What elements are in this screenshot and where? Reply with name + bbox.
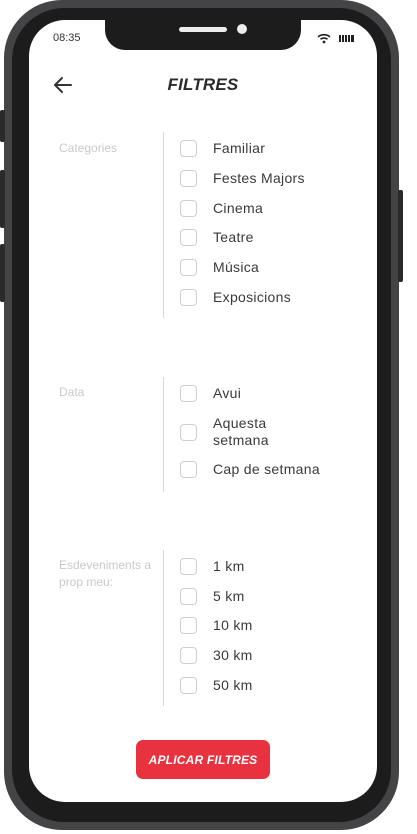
checkbox-option[interactable]: 30 km (180, 647, 343, 664)
option-label: Teatre (213, 229, 254, 245)
checkbox[interactable] (180, 385, 197, 402)
checkbox[interactable] (180, 558, 197, 575)
apply-filters-button[interactable]: APLICAR FILTRES (136, 740, 270, 779)
checkbox[interactable] (180, 229, 197, 246)
option-label: Cap de setmana (213, 461, 320, 477)
checkbox[interactable] (180, 461, 197, 478)
page-title: FILTRES (167, 75, 239, 94)
checkbox-option[interactable]: Avui (180, 385, 343, 402)
option-label: 1 km (213, 558, 245, 574)
battery-icon (339, 35, 354, 42)
option-label: Familiar (213, 140, 266, 156)
checkbox[interactable] (180, 677, 197, 694)
option-label: Exposicions (213, 289, 292, 305)
checkbox-option[interactable]: Cinema (180, 200, 343, 217)
wifi-icon (317, 33, 331, 44)
checkbox-option[interactable]: Exposicions (180, 289, 343, 306)
section-divider (163, 550, 164, 706)
option-label: Avui (213, 385, 242, 401)
checkbox-option[interactable]: 50 km (180, 677, 343, 694)
checkbox[interactable] (180, 200, 197, 217)
checkbox-option[interactable]: Cap de setmana (180, 461, 343, 478)
checkbox-option[interactable]: Teatre (180, 229, 343, 246)
status-time: 08:35 (53, 32, 81, 44)
checkbox-option[interactable]: 1 km (180, 558, 343, 575)
checkbox[interactable] (180, 647, 197, 664)
checkbox[interactable] (180, 588, 197, 605)
checkbox[interactable] (180, 170, 197, 187)
section-divider (163, 377, 164, 492)
section-label: Esdeveniments a prop meu: (59, 558, 152, 589)
checkbox-option[interactable]: 5 km (180, 588, 343, 605)
app-screen: 08:35 FILTRES Categories Familiar Festes… (29, 20, 377, 802)
volume-down-button (0, 244, 5, 302)
checkbox-option[interactable]: Música (180, 259, 343, 276)
checkbox[interactable] (180, 423, 197, 441)
checkbox[interactable] (180, 617, 197, 634)
option-label: 30 km (213, 647, 253, 663)
option-label: 5 km (213, 588, 245, 604)
option-label: 50 km (213, 677, 253, 693)
checkbox-option[interactable]: 10 km (180, 617, 343, 634)
checkbox[interactable] (180, 259, 197, 276)
volume-up-button (0, 170, 5, 228)
option-label: Festes Majors (213, 170, 305, 186)
section-label: Categories (59, 141, 118, 155)
power-button (398, 190, 403, 282)
checkbox-option[interactable]: Aquesta setmana (180, 415, 285, 449)
checkbox-option[interactable]: Familiar (180, 140, 343, 157)
option-label: Aquesta setmana (213, 415, 269, 448)
section-divider (163, 132, 164, 318)
notch (105, 20, 301, 50)
speaker (179, 27, 227, 32)
checkbox-option[interactable]: Festes Majors (180, 170, 343, 187)
status-icons (317, 33, 355, 44)
option-label: Música (213, 259, 260, 275)
camera (237, 24, 247, 34)
mute-switch (0, 110, 5, 142)
checkbox[interactable] (180, 140, 197, 157)
option-label: 10 km (213, 617, 253, 633)
option-label: Cinema (213, 200, 264, 216)
section-label: Data (59, 385, 85, 399)
checkbox[interactable] (180, 289, 197, 306)
